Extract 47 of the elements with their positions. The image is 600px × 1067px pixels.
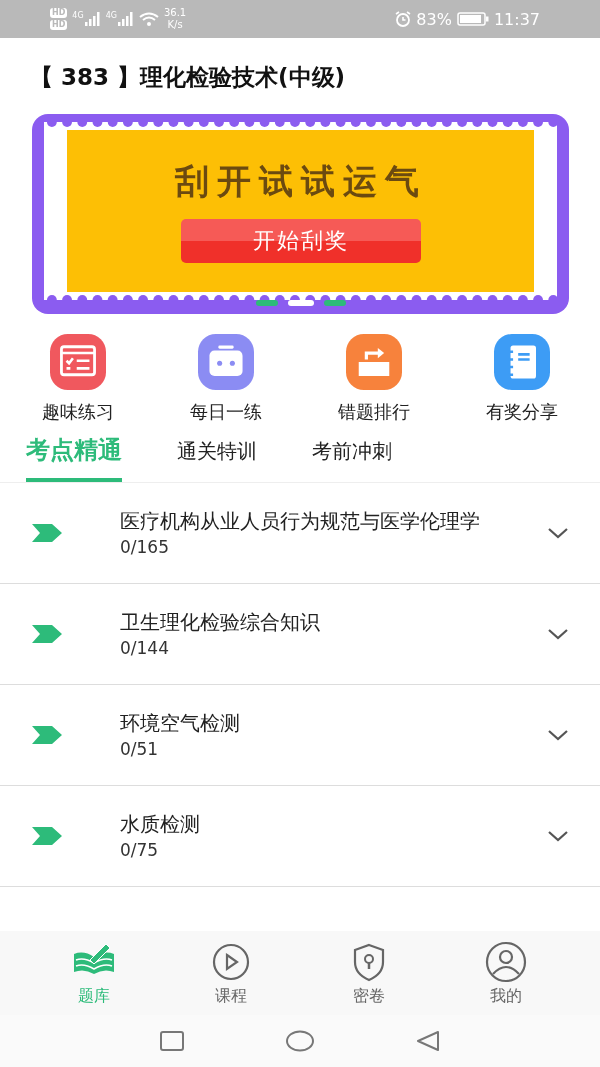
network-label: 4G (105, 12, 117, 20)
signal-icon (117, 12, 134, 26)
sim-badge: HD (50, 8, 68, 18)
shortcut-label: 每日一练 (190, 400, 262, 424)
nav-label: 课程 (215, 985, 248, 1007)
page-indicator[interactable] (287, 300, 314, 306)
banner-headline: 刮开试试运气 (174, 160, 427, 203)
nav-label: 我的 (490, 985, 523, 1007)
shortcut-label: 趣味练习 (42, 400, 114, 424)
flag-icon (32, 524, 62, 542)
shortcut-label: 有奖分享 (486, 400, 558, 424)
shortcut-label: 错题排行 (338, 400, 410, 424)
page-indicator[interactable] (323, 300, 346, 306)
chapter-title: 环境空气检测 (120, 710, 241, 737)
flag-icon (32, 827, 62, 845)
nav-tab[interactable]: 课程 (181, 939, 282, 1007)
clock-time: 11:37 (493, 9, 540, 29)
flag-icon (32, 625, 62, 643)
nav-tab[interactable]: 密卷 (318, 939, 419, 1007)
category-tab[interactable]: 通关特训 (177, 432, 257, 482)
nav-tab[interactable]: 我的 (456, 939, 557, 1007)
shortcut-item[interactable]: 每日一练 (161, 334, 291, 424)
chapter-title: 卫生理化检验综合知识 (120, 609, 321, 636)
shortcut-item[interactable]: 趣味练习 (13, 334, 143, 424)
sim-badge: HD (50, 20, 68, 30)
alarm-icon (395, 11, 412, 27)
nav-label: 密卷 (352, 985, 385, 1007)
page-title: 【 383 】理化检验技术(中级) (29, 63, 347, 90)
battery-percent: 83% (416, 9, 452, 29)
battery-icon (456, 12, 489, 26)
home-button-icon (285, 1030, 315, 1052)
nav-label: 题库 (77, 985, 110, 1007)
page-indicator[interactable] (255, 300, 278, 306)
network-label: 4G (72, 12, 84, 20)
wifi-icon (138, 12, 159, 26)
scratch-banner[interactable]: 刮开试试运气 开始刮奖 (32, 114, 569, 314)
network-speed: 36.1 (163, 7, 187, 19)
back-button-icon (415, 1030, 441, 1052)
signal-icon (84, 12, 101, 26)
chapter-title: 水质检测 (120, 811, 201, 838)
category-tab[interactable]: 考前冲刺 (312, 432, 392, 482)
square-button-icon (159, 1030, 185, 1052)
speed-unit: K/s (167, 19, 183, 31)
shortcut-item[interactable]: 有奖分享 (457, 334, 587, 424)
shortcut-item[interactable]: 错题排行 (309, 334, 439, 424)
flag-icon (32, 726, 62, 744)
chapter-title: 医疗机构从业人员行为规范与医学伦理学 (120, 508, 481, 535)
